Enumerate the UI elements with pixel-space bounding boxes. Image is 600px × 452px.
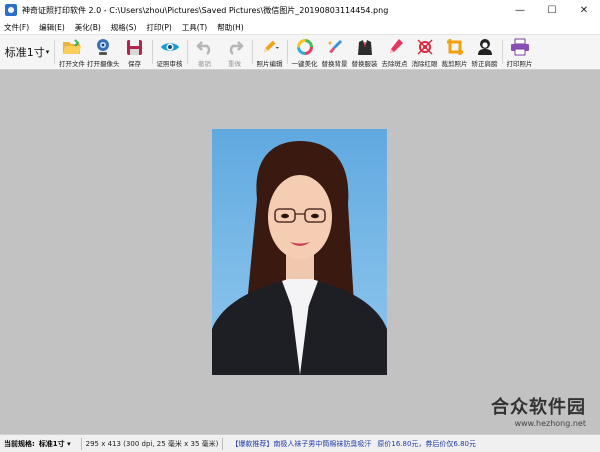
chevron-down-icon: ▾	[45, 48, 50, 56]
print-photo-button[interactable]: 打印照片	[505, 35, 535, 69]
photo-size-select[interactable]: 标准1寸 ▾	[0, 35, 52, 69]
promo-price[interactable]: 原价16.80元，券后价仅6.80元	[377, 439, 476, 449]
folder-open-icon	[62, 38, 82, 56]
open-file-button[interactable]: 打开文件	[57, 35, 87, 69]
crop-photo-label: 裁剪照片	[441, 60, 468, 68]
portrait-image	[212, 141, 387, 375]
save-label: 保存	[128, 60, 141, 68]
webcam-icon	[93, 38, 113, 56]
remove-red-eye-button[interactable]: 消除红眼	[410, 35, 440, 69]
toolbar-divider	[501, 40, 503, 64]
suit-icon	[355, 38, 375, 56]
status-divider	[80, 437, 82, 450]
toolbar-divider	[151, 40, 153, 64]
replace-background-button[interactable]: 替换背景	[320, 35, 350, 69]
redo-icon	[225, 38, 245, 56]
head-icon	[475, 38, 495, 56]
save-disk-icon	[125, 38, 145, 56]
photo-size-value: 标准1寸	[4, 46, 45, 59]
replace-background-label: 替换背景	[321, 60, 348, 68]
redo-label: 重做	[228, 60, 241, 68]
open-camera-label: 打开摄像头	[87, 60, 120, 68]
toolbar-divider	[251, 40, 253, 64]
photo-edit-button[interactable]: 照片编辑	[255, 35, 285, 69]
watermark: 合众软件园 www.hezhong.net	[491, 393, 586, 428]
one-click-beautify-label: 一键美化	[291, 60, 318, 68]
paint-brush-icon	[325, 38, 345, 56]
correct-shoulders-button[interactable]: 矫正肩膀	[470, 35, 500, 69]
photo-canvas[interactable]: 合众软件园 www.hezhong.net	[0, 70, 600, 434]
image-info: 295 x 413 (300 dpi, 25 毫米 x 35 毫米)	[85, 439, 219, 448]
status-divider	[222, 437, 224, 450]
printer-icon	[510, 38, 530, 56]
close-button[interactable]: ✕	[568, 0, 600, 20]
remove-spots-label: 去除斑点	[381, 60, 408, 68]
photo-review-button[interactable]: 证照审核	[155, 35, 185, 69]
remove-spots-button[interactable]: 去除斑点	[380, 35, 410, 69]
save-button[interactable]: 保存	[120, 35, 150, 69]
open-camera-button[interactable]: 打开摄像头	[87, 35, 120, 69]
menu-bar: 文件(F) 编辑(E) 美化(B) 规格(S) 打印(P) 工具(T) 帮助(H…	[0, 20, 600, 34]
crop-photo-button[interactable]: 裁剪照片	[440, 35, 470, 69]
remove-red-eye-label: 消除红眼	[411, 60, 438, 68]
menu-print[interactable]: 打印(P)	[146, 22, 171, 33]
title-bar: 神奇证照打印软件 2.0 - C:\Users\zhou\Pictures\Sa…	[0, 0, 600, 20]
window-title: 神奇证照打印软件 2.0 - C:\Users\zhou\Pictures\Sa…	[22, 5, 389, 15]
id-photo-preview[interactable]	[212, 129, 387, 375]
print-photo-label: 打印照片	[506, 60, 533, 68]
open-file-label: 打开文件	[59, 60, 85, 68]
menu-tools[interactable]: 工具(T)	[182, 22, 207, 33]
eye-icon	[160, 38, 180, 56]
photo-edit-label: 照片编辑	[256, 60, 283, 68]
color-ring-icon	[295, 38, 315, 56]
toolbar-divider	[186, 40, 188, 64]
crop-icon	[445, 38, 465, 56]
toolbar-divider	[54, 40, 55, 64]
pen-icon	[385, 38, 405, 56]
redo-button[interactable]: 重做	[220, 35, 250, 69]
menu-help[interactable]: 帮助(H)	[217, 22, 244, 33]
undo-icon	[195, 38, 215, 56]
app-logo-icon	[5, 4, 17, 16]
toolbar-divider	[286, 40, 288, 64]
maximize-button[interactable]: ☐	[536, 0, 568, 20]
current-spec-select[interactable]: 标准1寸 ▾	[39, 439, 71, 449]
photo-review-label: 证照审核	[156, 60, 183, 68]
undo-button[interactable]: 撤销	[190, 35, 220, 69]
current-spec-label: 当前规格:	[4, 439, 35, 448]
watermark-title: 合众软件园	[491, 397, 586, 418]
replace-clothes-label: 替换服装	[351, 60, 378, 68]
pencil-icon	[260, 38, 280, 56]
status-bar: 当前规格: 标准1寸 ▾ 295 x 413 (300 dpi, 25 毫米 x…	[0, 434, 600, 452]
menu-spec[interactable]: 规格(S)	[111, 22, 137, 33]
menu-beautify[interactable]: 美化(B)	[75, 22, 101, 33]
promo-link[interactable]: 【爆款推荐】南极人袜子男中筒棉袜防臭吸汗	[231, 439, 371, 449]
undo-label: 撤销	[198, 60, 211, 68]
correct-shoulders-label: 矫正肩膀	[471, 60, 498, 68]
toolbar: 标准1寸 ▾ 打开文件 打开摄像头 保存 证照审核 撤销 重做 照片编辑 一键美…	[0, 34, 600, 70]
menu-edit[interactable]: 编辑(E)	[39, 22, 65, 33]
one-click-beautify-button[interactable]: 一键美化	[290, 35, 320, 69]
current-spec-value: 标准1寸	[38, 439, 65, 448]
minimize-button[interactable]: —	[504, 0, 536, 20]
replace-clothes-button[interactable]: 替换服装	[350, 35, 380, 69]
menu-file[interactable]: 文件(F)	[4, 22, 29, 33]
red-eye-icon	[415, 38, 435, 56]
window-controls: — ☐ ✕	[504, 0, 600, 20]
watermark-url: www.hezhong.net	[514, 419, 586, 428]
